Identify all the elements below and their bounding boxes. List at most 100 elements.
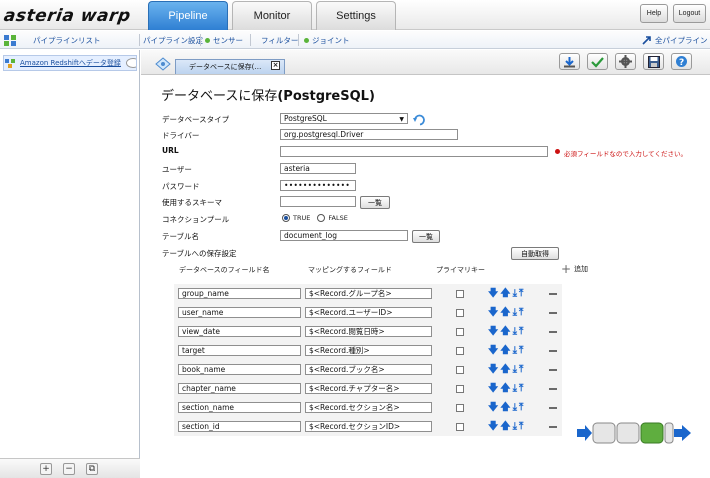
primary-key-checkbox[interactable] <box>456 366 464 374</box>
add-row-button[interactable]: + 追加 <box>561 262 588 276</box>
check-button[interactable] <box>587 53 608 70</box>
driver-field[interactable]: org.postgresql.Driver <box>280 129 458 140</box>
tab-pipeline[interactable]: Pipeline <box>148 1 228 30</box>
mapping-field-input[interactable]: $<Record.チャプター名> <box>305 383 432 394</box>
move-down-icon[interactable]: 🡇 <box>488 383 498 394</box>
move-up-icon[interactable]: 🡅 <box>500 421 510 432</box>
move-down-icon[interactable]: 🡇 <box>488 364 498 375</box>
all-pipelines-link[interactable]: 全パイプライン <box>642 34 708 46</box>
pool-true-radio[interactable] <box>282 214 290 222</box>
move-top-icon[interactable]: ⤒ <box>519 364 523 375</box>
remove-row-icon[interactable] <box>549 369 557 371</box>
move-top-icon[interactable]: ⤒ <box>519 402 523 413</box>
filter-link[interactable]: フィルター <box>261 34 298 46</box>
remove-pipeline-button[interactable]: − <box>63 463 75 475</box>
primary-key-checkbox[interactable] <box>456 309 464 317</box>
move-up-icon[interactable]: 🡅 <box>500 288 510 299</box>
db-field-input[interactable]: group_name <box>178 288 301 299</box>
move-up-icon[interactable]: 🡅 <box>500 402 510 413</box>
move-bottom-icon[interactable]: ⤓ <box>513 326 517 337</box>
remove-row-icon[interactable] <box>549 388 557 390</box>
db-field-input[interactable]: view_date <box>178 326 301 337</box>
move-top-icon[interactable]: ⤒ <box>519 326 523 337</box>
move-down-icon[interactable]: 🡇 <box>488 345 498 356</box>
joint-link[interactable]: ジョイント <box>304 34 350 46</box>
pool-false-radio[interactable] <box>317 214 326 222</box>
url-field[interactable] <box>280 146 548 157</box>
move-bottom-icon[interactable]: ⤓ <box>513 364 517 375</box>
sensor-link[interactable]: センサー <box>205 34 243 46</box>
settings-button[interactable] <box>615 53 636 70</box>
move-bottom-icon[interactable]: ⤓ <box>513 421 517 432</box>
mapping-field-input[interactable]: $<Record.セクション名> <box>305 402 432 413</box>
primary-key-checkbox[interactable] <box>456 328 464 336</box>
move-top-icon[interactable]: ⤒ <box>519 383 523 394</box>
move-down-icon[interactable]: 🡇 <box>488 307 498 318</box>
primary-key-checkbox[interactable] <box>456 290 464 298</box>
tab-monitor[interactable]: Monitor <box>232 1 312 30</box>
remove-row-icon[interactable] <box>549 350 557 352</box>
copy-pipeline-button[interactable]: ⧉ <box>86 463 98 475</box>
save-button[interactable] <box>643 53 664 70</box>
help-icon-button[interactable]: ? <box>671 53 692 70</box>
refresh-icon[interactable] <box>413 113 426 126</box>
mapping-field-input[interactable]: $<Record.グループ名> <box>305 288 432 299</box>
primary-key-checkbox[interactable] <box>456 347 464 355</box>
close-icon[interactable]: × <box>271 61 280 70</box>
tab-settings[interactable]: Settings <box>316 1 396 30</box>
move-bottom-icon[interactable]: ⤓ <box>513 383 517 394</box>
move-down-icon[interactable]: 🡇 <box>488 421 498 432</box>
auto-fetch-button[interactable]: 自動取得 <box>511 247 559 260</box>
mapping-field-input[interactable]: $<Record.閲覧日時> <box>305 326 432 337</box>
tree-item-pipeline[interactable]: Amazon Redshiftへデータ登録 <box>3 55 137 71</box>
tab-save-to-database[interactable]: データベースに保存(… <box>175 59 285 74</box>
add-pipeline-button[interactable]: + <box>40 463 52 475</box>
remove-row-icon[interactable] <box>549 331 557 333</box>
remove-row-icon[interactable] <box>549 312 557 314</box>
db-field-input[interactable]: book_name <box>178 364 301 375</box>
user-field[interactable]: asteria <box>280 163 356 174</box>
db-type-select[interactable]: PostgreSQL ▼ <box>280 113 408 124</box>
logout-button[interactable]: Logout <box>673 4 706 23</box>
mapping-field-input[interactable]: $<Record.ブック名> <box>305 364 432 375</box>
mapping-field-input[interactable]: $<Record.ユーザーID> <box>305 307 432 318</box>
mapping-field-input[interactable]: $<Record.種別> <box>305 345 432 356</box>
move-bottom-icon[interactable]: ⤓ <box>513 402 517 413</box>
move-bottom-icon[interactable]: ⤓ <box>513 307 517 318</box>
move-up-icon[interactable]: 🡅 <box>500 345 510 356</box>
move-up-icon[interactable]: 🡅 <box>500 364 510 375</box>
move-up-icon[interactable]: 🡅 <box>500 307 510 318</box>
schema-field[interactable] <box>280 196 356 207</box>
pipeline-list-link[interactable]: パイプラインリスト <box>4 34 101 46</box>
help-button[interactable]: Help <box>640 4 668 23</box>
move-top-icon[interactable]: ⤒ <box>519 345 523 356</box>
schema-list-button[interactable]: 一覧 <box>360 196 390 209</box>
move-top-icon[interactable]: ⤒ <box>519 288 523 299</box>
move-up-icon[interactable]: 🡅 <box>500 383 510 394</box>
remove-row-icon[interactable] <box>549 293 557 295</box>
primary-key-checkbox[interactable] <box>456 404 464 412</box>
mapping-field-input[interactable]: $<Record.セクションID> <box>305 421 432 432</box>
move-down-icon[interactable]: 🡇 <box>488 288 498 299</box>
move-top-icon[interactable]: ⤒ <box>519 421 523 432</box>
table-name-field[interactable]: document_log <box>280 230 408 241</box>
move-bottom-icon[interactable]: ⤓ <box>513 288 517 299</box>
move-up-icon[interactable]: 🡅 <box>500 326 510 337</box>
password-field[interactable]: •••••••••••••• <box>280 180 356 191</box>
db-field-input[interactable]: user_name <box>178 307 301 318</box>
move-down-icon[interactable]: 🡇 <box>488 326 498 337</box>
primary-key-checkbox[interactable] <box>456 385 464 393</box>
remove-row-icon[interactable] <box>549 407 557 409</box>
db-field-input[interactable]: chapter_name <box>178 383 301 394</box>
db-field-input[interactable]: section_id <box>178 421 301 432</box>
pipeline-settings-link[interactable]: パイプライン設定 <box>143 34 203 46</box>
move-down-icon[interactable]: 🡇 <box>488 402 498 413</box>
db-field-input[interactable]: section_name <box>178 402 301 413</box>
move-bottom-icon[interactable]: ⤓ <box>513 345 517 356</box>
move-top-icon[interactable]: ⤒ <box>519 307 523 318</box>
run-button[interactable] <box>559 53 580 70</box>
table-list-button[interactable]: 一覧 <box>412 230 440 243</box>
db-field-input[interactable]: target <box>178 345 301 356</box>
remove-row-icon[interactable] <box>549 426 557 428</box>
primary-key-checkbox[interactable] <box>456 423 464 431</box>
